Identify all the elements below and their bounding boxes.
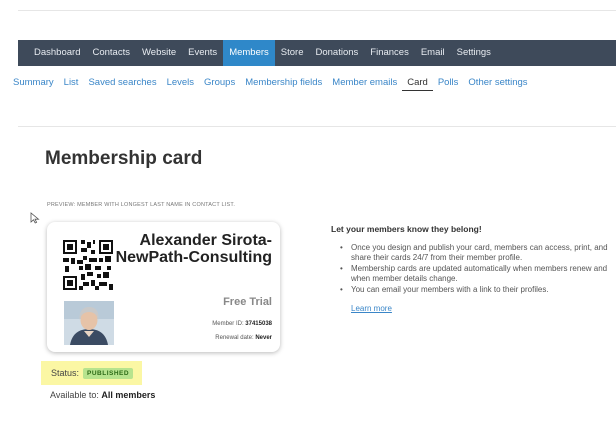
info-bullet-list: Once you design and publish your card, m… xyxy=(331,243,611,295)
top-divider xyxy=(18,10,616,11)
info-bullet: Membership cards are updated automatical… xyxy=(331,264,611,283)
member-id-value: 37415038 xyxy=(245,321,272,327)
card-member-id: Member ID: 37415038 xyxy=(212,321,272,327)
tab-summary[interactable]: Summary xyxy=(8,76,59,90)
tab-card[interactable]: Card xyxy=(402,76,433,91)
card-membership-level: Free Trial xyxy=(223,296,272,308)
preview-label: Preview: member with longest last name i… xyxy=(47,202,236,208)
content-divider xyxy=(18,126,616,127)
nav-events[interactable]: Events xyxy=(182,40,223,66)
tab-levels[interactable]: Levels xyxy=(162,76,199,90)
info-panel: Let your members know they belong! Once … xyxy=(331,224,611,316)
qr-code-icon xyxy=(63,240,113,290)
tab-list[interactable]: List xyxy=(59,76,84,90)
membership-card-preview: Alexander Sirota-NewPath-Consulting Free… xyxy=(47,222,280,352)
members-sub-nav: Summary List Saved searches Levels Group… xyxy=(0,74,616,92)
renewal-date-label: Renewal date: xyxy=(215,335,254,341)
tab-saved-searches[interactable]: Saved searches xyxy=(83,76,161,90)
available-value: All members xyxy=(101,390,156,400)
nav-finances[interactable]: Finances xyxy=(364,40,415,66)
nav-store[interactable]: Store xyxy=(275,40,310,66)
card-member-name: Alexander Sirota-NewPath-Consulting xyxy=(115,232,272,266)
tab-other-settings[interactable]: Other settings xyxy=(463,76,532,90)
nav-donations[interactable]: Donations xyxy=(310,40,365,66)
nav-dashboard[interactable]: Dashboard xyxy=(28,40,86,66)
tab-polls[interactable]: Polls xyxy=(433,76,464,90)
info-bullet: Once you design and publish your card, m… xyxy=(331,243,611,262)
info-bullet: You can email your members with a link t… xyxy=(331,285,611,295)
available-label: Available to: xyxy=(50,390,99,400)
member-photo-avatar xyxy=(64,301,114,345)
status-badge: PUBLISHED xyxy=(83,367,134,379)
learn-more-link[interactable]: Learn more xyxy=(351,304,392,313)
status-label: Status: xyxy=(51,368,80,378)
nav-website[interactable]: Website xyxy=(136,40,182,66)
tab-member-emails[interactable]: Member emails xyxy=(327,76,402,90)
info-heading: Let your members know they belong! xyxy=(331,224,482,234)
status-highlight: Status: PUBLISHED xyxy=(41,361,142,385)
main-nav: Dashboard Contacts Website Events Member… xyxy=(18,40,616,66)
renewal-date-value: Never xyxy=(255,335,272,341)
nav-contacts[interactable]: Contacts xyxy=(86,40,136,66)
card-renewal-date: Renewal date: Never xyxy=(215,335,272,341)
mouse-cursor-icon xyxy=(30,212,40,224)
tab-membership-fields[interactable]: Membership fields xyxy=(240,76,327,90)
nav-settings[interactable]: Settings xyxy=(451,40,497,66)
availability-text: Available to: All members xyxy=(50,390,155,400)
tab-groups[interactable]: Groups xyxy=(199,76,240,90)
nav-email[interactable]: Email xyxy=(415,40,451,66)
member-id-label: Member ID: xyxy=(212,321,244,327)
nav-members[interactable]: Members xyxy=(223,40,275,66)
page-title: Membership card xyxy=(45,148,203,169)
